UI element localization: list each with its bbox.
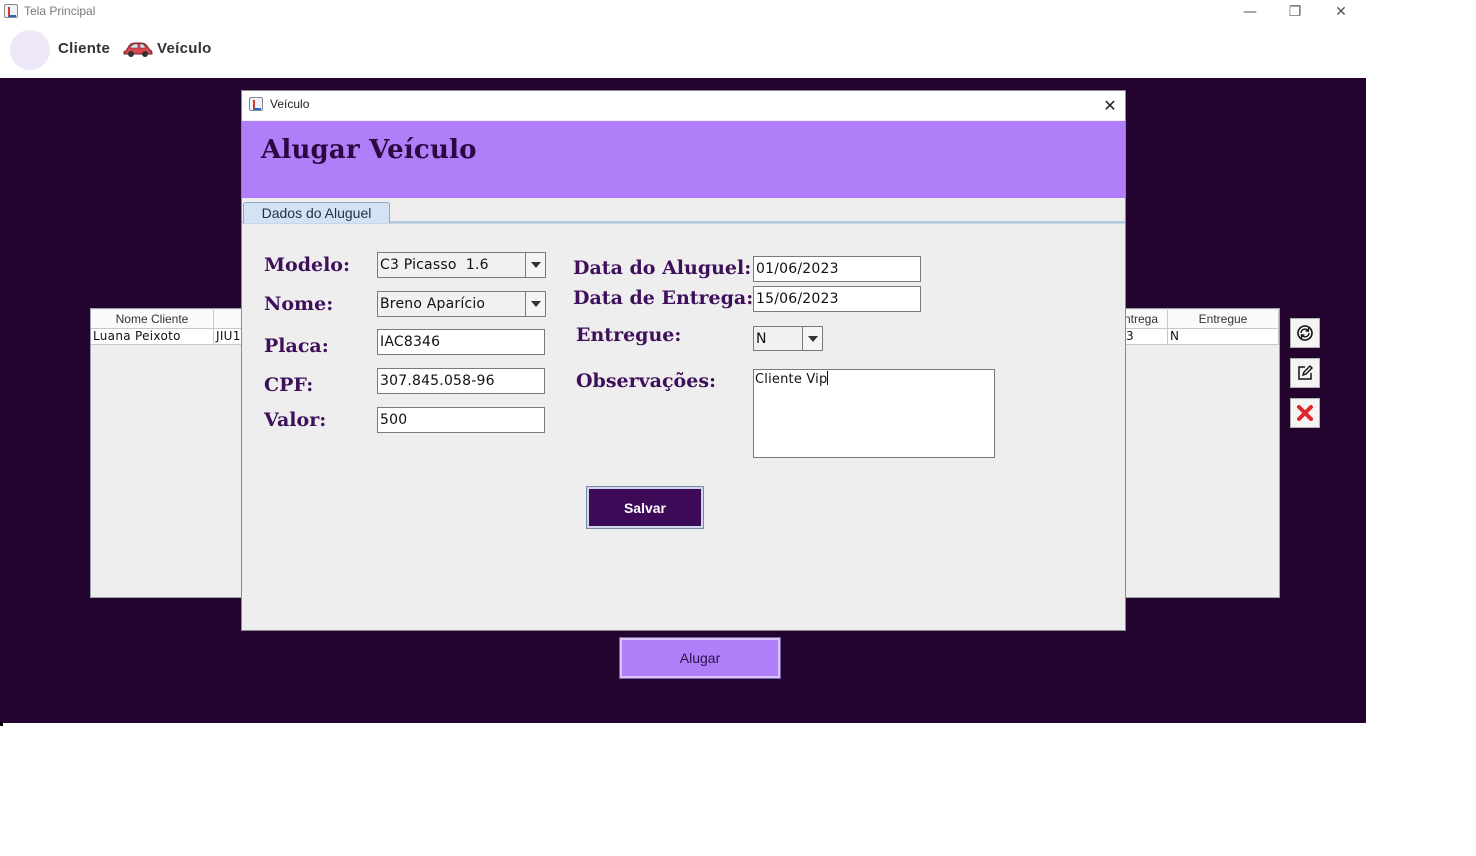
entregue-combobox[interactable]: N xyxy=(753,326,823,351)
dialog-heading: Alugar Veículo xyxy=(261,135,477,165)
menu-item-cliente[interactable]: Cliente xyxy=(58,40,110,57)
restore-button[interactable]: ❐ xyxy=(1272,0,1318,24)
modelo-value: C3 Picasso 1.6 xyxy=(380,257,489,273)
column-header-nome-cliente[interactable]: Nome Cliente xyxy=(91,310,214,329)
edit-icon xyxy=(1298,365,1313,380)
menu-item-veiculo[interactable]: Veículo xyxy=(157,40,212,57)
window-title: Tela Principal xyxy=(24,4,96,18)
table-cell-nome[interactable]: Luana Peixoto xyxy=(91,329,214,345)
car-icon[interactable] xyxy=(123,40,153,58)
placa-field[interactable]: IAC8346 xyxy=(377,329,545,355)
save-button[interactable]: Salvar xyxy=(586,486,704,529)
text-caret xyxy=(827,371,829,385)
table-cell-data-entrega[interactable]: 3 xyxy=(1124,329,1168,345)
delete-button[interactable] xyxy=(1290,398,1320,428)
dialog-title: Veículo xyxy=(270,97,310,111)
label-placa: Placa: xyxy=(264,335,329,357)
refresh-button[interactable] xyxy=(1290,318,1320,348)
java-app-icon xyxy=(4,4,18,18)
data-entrega-field[interactable]: 15/06/2023 xyxy=(753,286,921,312)
label-entregue: Entregue: xyxy=(576,324,682,346)
modelo-combobox[interactable]: C3 Picasso 1.6 xyxy=(377,252,546,278)
data-aluguel-field[interactable]: 01/06/2023 xyxy=(753,256,921,282)
edit-button[interactable] xyxy=(1290,358,1320,388)
table-cell-entregue[interactable]: N xyxy=(1168,329,1279,345)
nome-value: Breno Aparício xyxy=(380,296,486,312)
label-valor: Valor: xyxy=(264,409,327,431)
user-avatar-icon[interactable] xyxy=(10,30,50,70)
label-data-entrega: Data de Entrega: xyxy=(573,287,754,309)
table-cell-placa[interactable]: JIU1 xyxy=(214,329,244,345)
dropdown-arrow-icon[interactable] xyxy=(525,253,545,277)
label-nome: Nome: xyxy=(264,293,334,315)
observacoes-textarea[interactable]: Cliente Vip xyxy=(753,369,995,458)
dropdown-arrow-icon[interactable] xyxy=(525,292,545,316)
label-cpf: CPF: xyxy=(264,374,314,396)
label-data-aluguel: Data do Aluguel: xyxy=(573,257,752,279)
observacoes-value: Cliente Vip xyxy=(755,372,828,387)
column-header-data-entrega[interactable]: ntrega xyxy=(1124,310,1168,329)
dialog-close-button[interactable]: ✕ xyxy=(1100,95,1120,115)
menu-bar xyxy=(0,24,1476,78)
nome-combobox[interactable]: Breno Aparício xyxy=(377,291,546,317)
java-dialog-icon xyxy=(249,97,263,111)
dialog-titlebar[interactable] xyxy=(241,90,1126,120)
label-modelo: Modelo: xyxy=(264,254,350,276)
window-close-button[interactable]: ✕ xyxy=(1318,0,1364,24)
column-header-entregue[interactable]: Entregue xyxy=(1168,310,1279,329)
cpf-field[interactable]: 307.845.058-96 xyxy=(377,368,545,394)
minimize-button[interactable]: — xyxy=(1227,0,1273,24)
alugar-button[interactable]: Alugar xyxy=(619,637,781,679)
label-observacoes: Observações: xyxy=(576,370,717,392)
column-header-placa[interactable] xyxy=(214,310,244,329)
valor-field[interactable]: 500 xyxy=(377,407,545,433)
tab-dados-do-aluguel[interactable]: Dados do Aluguel xyxy=(243,202,390,223)
dropdown-arrow-icon[interactable] xyxy=(802,327,822,350)
delete-icon xyxy=(1297,405,1313,421)
entregue-value: N xyxy=(756,330,767,347)
refresh-icon xyxy=(1297,325,1313,341)
panel-corner-mark xyxy=(0,722,3,726)
